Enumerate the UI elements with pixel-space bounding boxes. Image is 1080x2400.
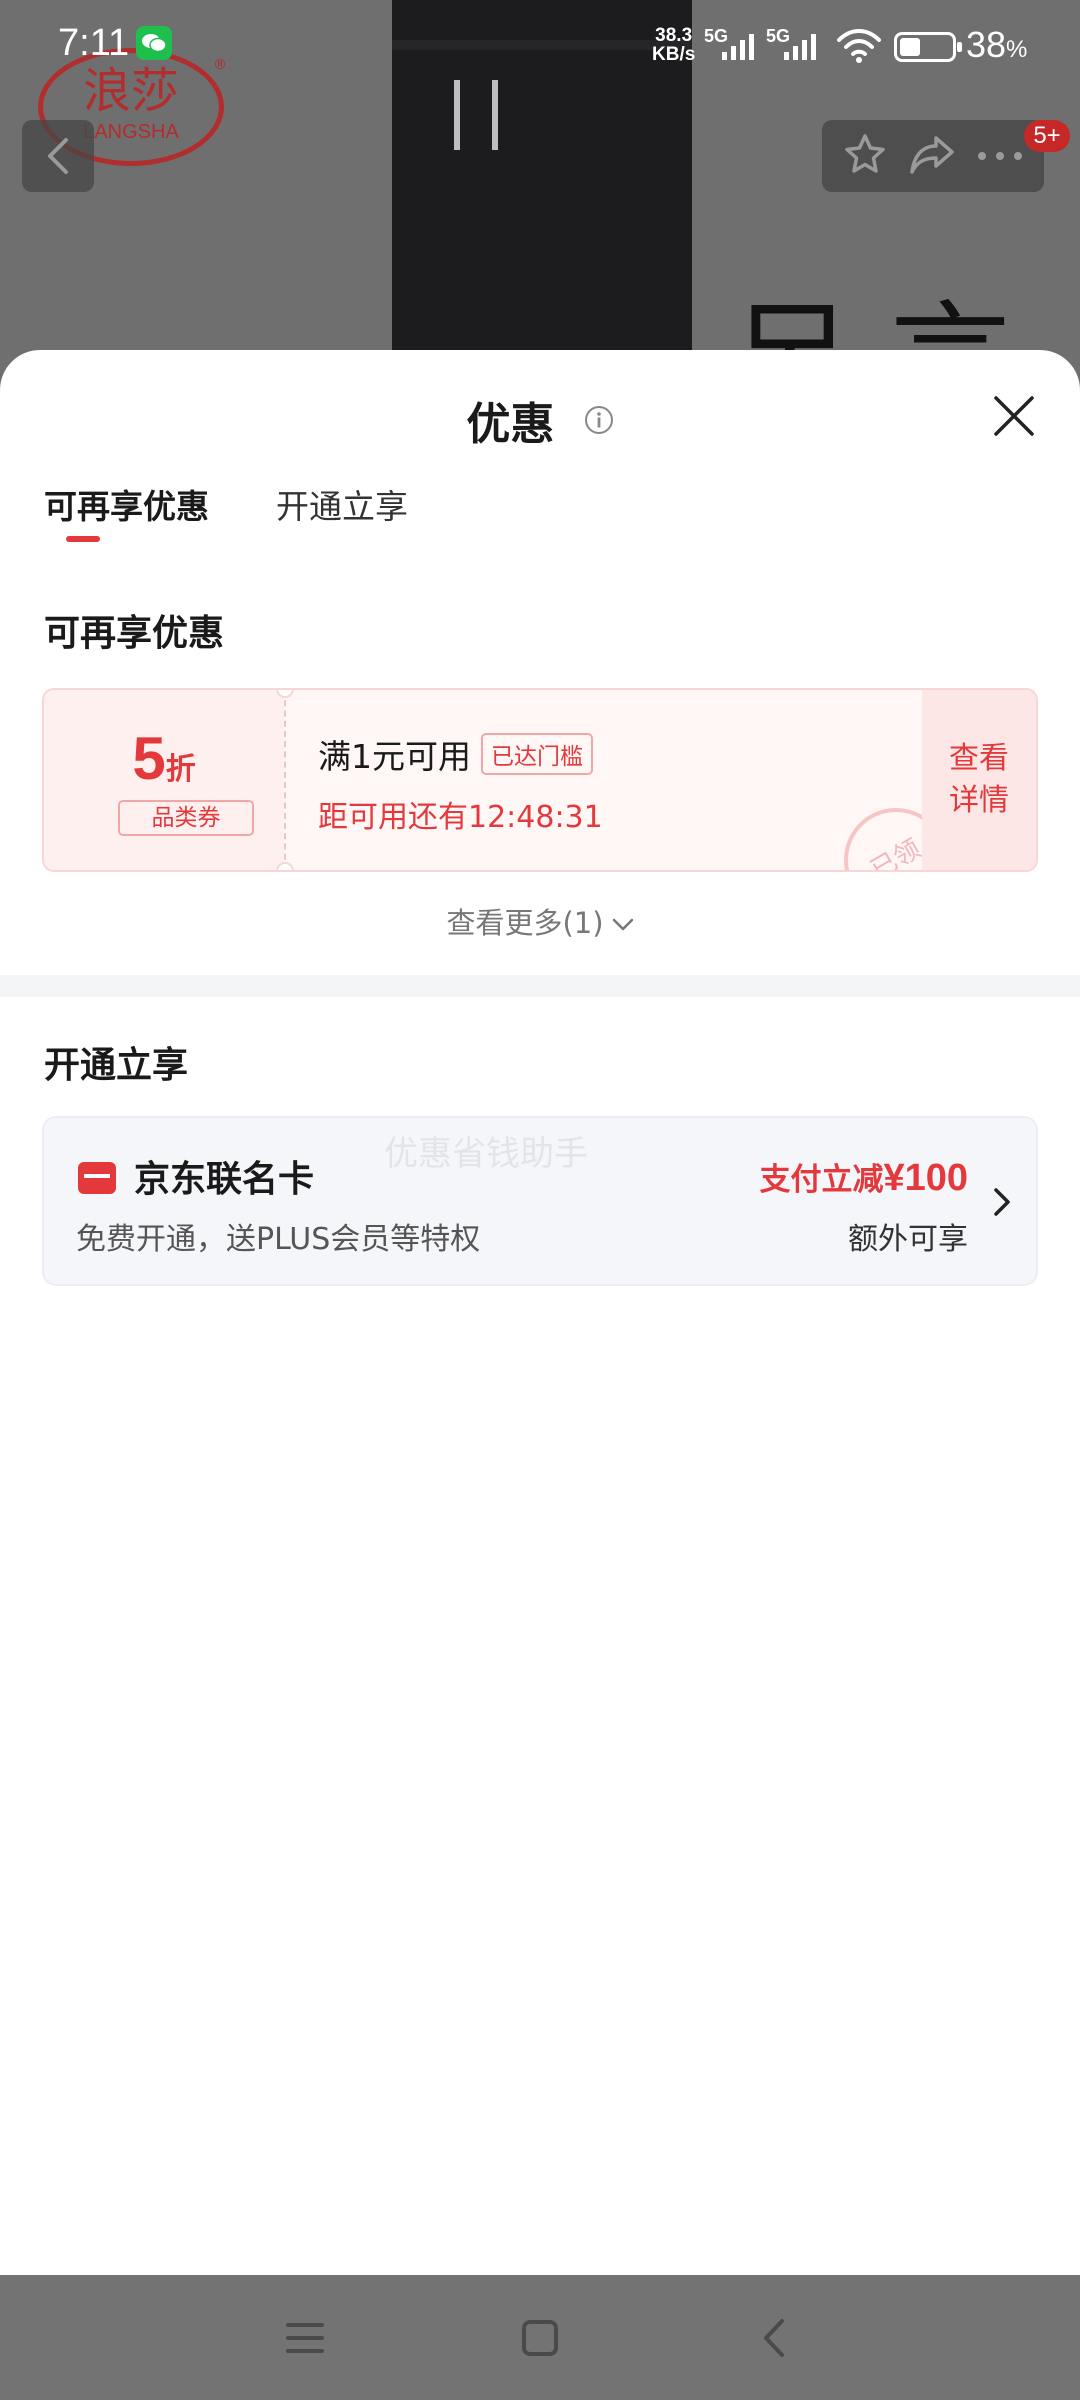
coupon-info: 满1元可用 已达门槛 距可用还有12:48:31 — [318, 730, 603, 836]
signal-icon — [722, 34, 754, 60]
active-tab-indicator — [66, 536, 100, 542]
battery-unit: % — [1006, 36, 1028, 63]
network-speed-unit: KB/s — [652, 44, 696, 65]
coupon-value: 5折 — [44, 724, 284, 793]
coupon-discount-unit: 折 — [165, 753, 196, 786]
coupon-countdown: 距可用还有12:48:31 — [318, 800, 603, 835]
network-speed-value: 38.3 — [655, 25, 693, 46]
top-action-bar — [822, 120, 1044, 192]
section-divider — [0, 975, 1080, 997]
sheet-title: 优惠 — [466, 399, 555, 450]
discount-sheet: 优惠 可再享优惠 开通立享 可再享优惠 5折 品类券 满1元可用 已达门槛 距可用… — [0, 350, 1080, 2275]
coupon-type-badge: 品类券 — [118, 800, 254, 836]
card-description: 免费开通，送PLUS会员等特权 — [76, 1222, 481, 1257]
wechat-icon — [136, 26, 172, 60]
info-icon[interactable] — [584, 405, 614, 435]
card-extra-note: 额外可享 — [848, 1222, 968, 1257]
close-icon[interactable] — [990, 392, 1038, 440]
status-time: 7:11 — [58, 22, 130, 64]
tab-activate-offers[interactable]: 开通立享 — [276, 480, 408, 528]
card-promo-prefix: 支付立减 — [759, 1162, 884, 1198]
see-more-button[interactable]: 查看更多(1) — [0, 900, 1080, 942]
coupon-value-panel: 5折 品类券 — [44, 690, 284, 870]
wifi-icon — [837, 29, 881, 63]
card-name: 京东联名卡 — [134, 1159, 315, 1200]
coupon-perforation — [284, 690, 286, 870]
product-photo-drawstring — [454, 80, 460, 150]
signal-icon — [784, 34, 816, 60]
section-title-available: 可再享优惠 — [44, 613, 225, 654]
see-more-label: 查看更多(1) — [446, 906, 604, 940]
battery-icon — [894, 32, 962, 62]
coupon-notch-bottom — [276, 862, 294, 870]
message-count-badge: 5+ — [1024, 120, 1070, 152]
coupon-detail-label: 查看详情 — [949, 741, 1009, 818]
coupon-detail-button[interactable]: 查看详情 — [922, 690, 1036, 870]
battery-value: 38 — [966, 24, 1007, 65]
product-photo-drawstring — [492, 80, 498, 150]
status-bar: 7:11 38.3 KB/s 5G 5G 38% — [0, 0, 1080, 90]
chevron-down-icon — [612, 918, 633, 931]
card-promo: 支付立减¥100 — [759, 1154, 968, 1200]
coupon-discount: 5 — [132, 725, 166, 792]
coupon-card[interactable]: 5折 品类券 满1元可用 已达门槛 距可用还有12:48:31 已领 查看详情 — [42, 688, 1038, 872]
nav-back-icon[interactable] — [750, 2313, 800, 2363]
menu-icon[interactable] — [280, 2313, 330, 2363]
card-promo-amount: ¥100 — [883, 1157, 968, 1199]
system-nav-bar — [0, 2275, 1080, 2400]
share-icon — [910, 136, 954, 174]
back-icon — [48, 138, 68, 174]
tab-available-offers[interactable]: 可再享优惠 — [44, 480, 209, 528]
more-button[interactable] — [976, 147, 1024, 166]
section-title-activate: 开通立享 — [44, 1045, 189, 1086]
threshold-met-badge: 已达门槛 — [481, 733, 593, 775]
favorite-button[interactable] — [842, 131, 888, 181]
jd-cobranded-card-offer[interactable]: 京东联名卡 免费开通，送PLUS会员等特权 优惠省钱助手 支付立减¥100 额外… — [42, 1116, 1038, 1286]
network-speed: 38.3 KB/s — [652, 26, 695, 64]
sheet-header: 优惠 — [0, 388, 1080, 452]
more-icon — [978, 151, 1022, 160]
star-icon — [845, 134, 885, 173]
home-icon[interactable] — [515, 2313, 565, 2363]
battery-percentage: 38% — [966, 24, 1027, 66]
savings-assistant-watermark: 优惠省钱助手 — [384, 1134, 588, 1174]
bank-card-icon — [78, 1162, 116, 1194]
back-button[interactable] — [22, 120, 94, 192]
share-button[interactable] — [908, 132, 956, 180]
chevron-right-icon — [994, 1188, 1010, 1216]
coupon-condition: 满1元可用 — [318, 737, 471, 776]
